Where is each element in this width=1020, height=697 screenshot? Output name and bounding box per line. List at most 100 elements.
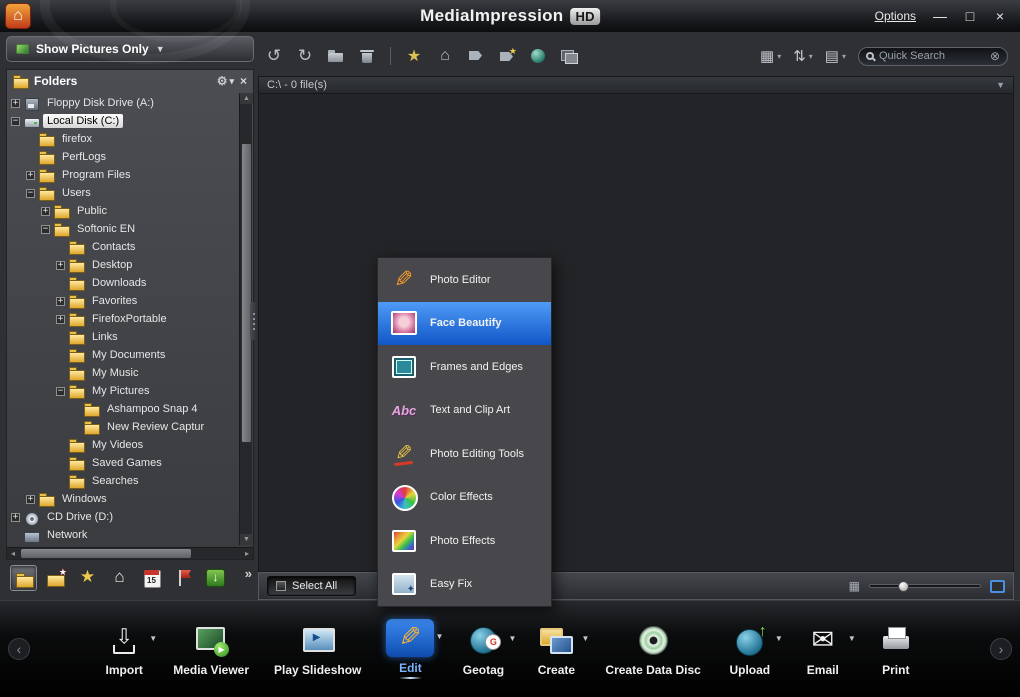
folders-view-icon[interactable] <box>10 565 37 591</box>
scrollbar-thumb[interactable] <box>241 143 252 443</box>
large-thumbnails-icon[interactable] <box>990 579 1005 593</box>
tree-item-firefoxportable[interactable]: + FirefoxPortable <box>9 310 237 328</box>
edit-menu-item-face-beautify[interactable]: Face Beautify <box>378 301 551 345</box>
zoom-slider-thumb[interactable] <box>898 581 909 592</box>
stack-photos-icon[interactable] <box>559 46 579 66</box>
tree-item-new-review-captur[interactable]: New Review Captur <box>9 418 237 436</box>
toolbar-item-create-data-disc[interactable]: Create Data Disc <box>605 621 701 677</box>
toolbar-item-geotag[interactable]: ▼ Geotag <box>459 621 516 677</box>
edit-menu-item-photo-editing-tools[interactable]: Photo Editing Tools <box>378 432 551 476</box>
tags-view-icon[interactable] <box>170 565 197 591</box>
select-all-checkbox[interactable] <box>276 581 286 591</box>
scrollbar-thumb[interactable] <box>21 549 191 558</box>
clear-search-icon[interactable]: ⊗ <box>990 49 1000 63</box>
rotate-right-icon[interactable] <box>295 46 315 66</box>
thumbnail-view-button[interactable]: ▦ ▾ <box>760 47 781 65</box>
tree-item-ashampoo-snap-4[interactable]: Ashampoo Snap 4 <box>9 400 237 418</box>
folder-options-button[interactable]: ⚙ ▾ <box>217 74 234 88</box>
tree-item-favorites[interactable]: + Favorites <box>9 292 237 310</box>
collapse-toggle-icon[interactable]: − <box>56 386 65 396</box>
ratings-view-icon[interactable] <box>74 565 101 591</box>
dropdown-arrow-icon[interactable]: ▼ <box>775 634 783 643</box>
edit-menu-item-color-effects[interactable]: Color Effects <box>378 476 551 520</box>
scroll-left-icon[interactable]: ◂ <box>7 548 19 559</box>
dropdown-arrow-icon[interactable]: ▼ <box>848 634 856 643</box>
scroll-right-icon[interactable]: ▸ <box>241 548 253 559</box>
edit-menu-item-easy-fix[interactable]: Easy Fix <box>378 563 551 607</box>
toolbar-item-create[interactable]: ▼ Create <box>532 621 589 677</box>
small-thumbnails-icon[interactable]: ▦ <box>849 579 860 593</box>
tree-item-downloads[interactable]: Downloads <box>9 274 237 292</box>
calendar-view-icon[interactable]: 15 <box>138 565 165 591</box>
tree-item-contacts[interactable]: Contacts <box>9 238 237 256</box>
tree-item-public[interactable]: + Public <box>9 202 237 220</box>
search-box[interactable]: ⊗ <box>858 46 1008 66</box>
tree-item-firefox[interactable]: firefox <box>9 130 237 148</box>
tree-item-links[interactable]: Links <box>9 328 237 346</box>
dropdown-arrow-icon[interactable]: ▼ <box>149 634 157 643</box>
collapse-toggle-icon[interactable]: − <box>41 224 50 234</box>
minimize-button[interactable]: — <box>932 9 948 23</box>
dropdown-arrow-icon[interactable]: ▼ <box>581 634 589 643</box>
toolbar-item-media-viewer[interactable]: Media Viewer <box>173 621 249 677</box>
toolbar-item-import[interactable]: ▼ Import <box>100 621 158 677</box>
tree-item-cd-drive-d[interactable]: + CD Drive (D:) <box>9 508 237 526</box>
expand-toggle-icon[interactable]: + <box>26 170 35 180</box>
expand-toggle-icon[interactable]: + <box>56 260 65 270</box>
tag-star-icon[interactable] <box>497 46 517 66</box>
tree-item-softonic-en[interactable]: − Softonic EN <box>9 220 237 238</box>
delete-icon[interactable] <box>357 46 377 66</box>
move-to-folder-icon[interactable] <box>326 46 346 66</box>
toolbar-item-edit[interactable]: ▼ Edit <box>386 619 443 679</box>
tree-item-program-files[interactable]: + Program Files <box>9 166 237 184</box>
sort-button[interactable]: ⇅ ▾ <box>793 47 813 65</box>
zoom-slider[interactable] <box>869 581 981 592</box>
expand-toggle-icon[interactable]: + <box>56 296 65 306</box>
path-bar[interactable]: C:\ - 0 file(s) ▼ <box>258 76 1014 94</box>
expand-toggle-icon[interactable]: + <box>26 494 35 504</box>
toolbar-item-upload[interactable]: ▼ Upload <box>726 621 782 677</box>
collapse-toggle-icon[interactable]: − <box>26 188 35 198</box>
home-tag-icon[interactable] <box>435 46 455 66</box>
toolbar-item-print[interactable]: Print <box>872 621 920 677</box>
tag-icon[interactable] <box>466 46 486 66</box>
select-all-button[interactable]: Select All <box>267 576 357 596</box>
toolbar-scroll-right-button[interactable]: › <box>990 638 1012 660</box>
expand-toggle-icon[interactable]: + <box>11 98 20 108</box>
maximize-button[interactable]: □ <box>962 9 978 23</box>
toolbar-item-email[interactable]: ▼ Email <box>799 621 856 677</box>
edit-menu-item-photo-effects[interactable]: Photo Effects <box>378 519 551 563</box>
search-input[interactable] <box>879 50 985 62</box>
edit-menu-item-frames-and-edges[interactable]: Frames and Edges <box>378 345 551 389</box>
tree-item-desktop[interactable]: + Desktop <box>9 256 237 274</box>
media-filter-dropdown[interactable]: Show Pictures Only ▼ <box>6 36 254 62</box>
dropdown-arrow-icon[interactable]: ▼ <box>508 634 516 643</box>
close-button[interactable]: × <box>992 9 1008 23</box>
scroll-up-icon[interactable]: ▲ <box>240 93 253 104</box>
sidebar-splitter-handle[interactable] <box>250 302 257 340</box>
library-view-icon[interactable] <box>106 565 133 591</box>
close-panel-button[interactable]: × <box>240 74 247 88</box>
horizontal-scrollbar[interactable]: ◂ ▸ <box>7 547 253 559</box>
tree-item-network[interactable]: Network <box>9 526 237 544</box>
collapse-toggle-icon[interactable]: − <box>11 116 20 126</box>
tree-item-my-videos[interactable]: My Videos <box>9 436 237 454</box>
details-view-button[interactable]: ▤ ▾ <box>825 47 846 65</box>
tree-item-searches[interactable]: Searches <box>9 472 237 490</box>
expand-toggle-icon[interactable]: + <box>41 206 50 216</box>
rating-star-icon[interactable] <box>404 46 424 66</box>
face-tag-icon[interactable] <box>528 46 548 66</box>
tree-item-my-music[interactable]: My Music <box>9 364 237 382</box>
scroll-down-icon[interactable]: ▼ <box>240 534 253 545</box>
chevron-down-icon[interactable]: ▼ <box>996 80 1005 90</box>
rotate-left-icon[interactable] <box>264 46 284 66</box>
tree-item-floppy-disk-drive-a[interactable]: + Floppy Disk Drive (A:) <box>9 94 237 112</box>
dropdown-arrow-icon[interactable]: ▼ <box>435 632 443 641</box>
more-views-button[interactable]: » <box>245 566 252 581</box>
edit-menu-item-photo-editor[interactable]: Photo Editor <box>378 258 551 302</box>
home-button[interactable]: ⌂ <box>5 3 31 29</box>
tree-item-my-pictures[interactable]: − My Pictures <box>9 382 237 400</box>
tree-item-users[interactable]: − Users <box>9 184 237 202</box>
toolbar-item-play-slideshow[interactable]: Play Slideshow <box>274 621 361 677</box>
tree-item-windows[interactable]: + Windows <box>9 490 237 508</box>
